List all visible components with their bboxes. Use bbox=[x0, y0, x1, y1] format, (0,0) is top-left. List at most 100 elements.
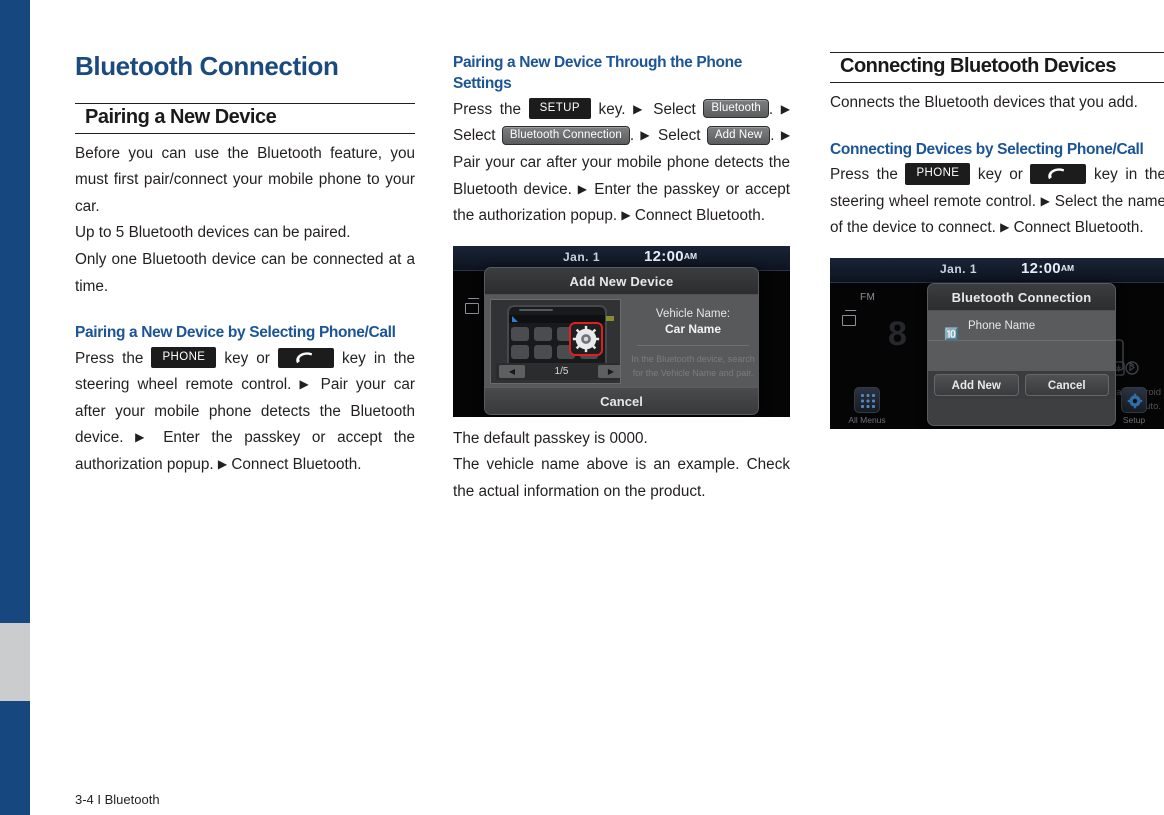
step-text-11: Connect Bluetooth. bbox=[634, 207, 766, 225]
vehicle-name-label: Vehicle Name: bbox=[655, 307, 731, 320]
manual-page: Bluetooth Connection Pairing a New Devic… bbox=[0, 0, 1164, 815]
subheading-connecting-by-phone-call: Connecting Devices by Selecting Phone/Ca… bbox=[830, 140, 1144, 158]
key-phone-button[interactable]: PHONE bbox=[905, 163, 971, 185]
note-vehicle-name-example: The vehicle name above is an example. Ch… bbox=[453, 456, 790, 501]
step-text-1: Press the bbox=[453, 100, 521, 118]
dialog-cancel-button[interactable]: Cancel bbox=[485, 386, 758, 414]
divider bbox=[637, 345, 749, 347]
battery-icon bbox=[606, 316, 614, 322]
app-tile bbox=[534, 344, 552, 359]
page-footer: 3-4 I Bluetooth bbox=[75, 792, 160, 807]
screenshot-add-new-device: Jan. 1 12:00AM Add New Device ◀ 1/5 ▶ Ve… bbox=[453, 245, 790, 417]
chip-add-new[interactable]: Add New bbox=[706, 125, 771, 146]
paragraph-intro-3: Only one Bluetooth device can be connect… bbox=[75, 251, 415, 295]
dialog-add-new-button[interactable]: Add New bbox=[934, 373, 1019, 396]
dialog-body: 🔟 Phone Name Add New Cancel bbox=[928, 310, 1115, 399]
phone-speaker bbox=[519, 308, 553, 311]
arrow-icon: ▶ bbox=[135, 430, 152, 445]
dialog-cancel-button[interactable]: Cancel bbox=[1024, 373, 1109, 396]
step-text-2: key or bbox=[977, 165, 1023, 183]
paragraph-phone-settings-steps: Press the SETUP key. ▶ Select Bluetooth.… bbox=[453, 97, 790, 230]
phone-handset-icon[interactable] bbox=[277, 347, 334, 368]
chip-bluetooth[interactable]: Bluetooth bbox=[703, 98, 769, 119]
arrow-icon: ▶ bbox=[633, 101, 646, 116]
vehicle-name-value: Car Name bbox=[664, 322, 722, 337]
arrow-icon: ▶ bbox=[577, 181, 589, 196]
dialog-bluetooth-connection: Bluetooth Connection 🔟 Phone Name Add Ne… bbox=[927, 282, 1116, 426]
arrow-icon: ▶ bbox=[640, 128, 652, 143]
section-heading-connecting-bluetooth-devices: Connecting Bluetooth Devices bbox=[830, 52, 1164, 83]
phone-handset-icon[interactable] bbox=[1030, 163, 1087, 184]
signal-icon bbox=[512, 315, 518, 322]
step-text-5: Select bbox=[453, 127, 496, 145]
step-text-6: Connect Bluetooth. bbox=[231, 456, 362, 474]
phone-pager: ◀ 1/5 ▶ bbox=[496, 362, 620, 380]
arrow-icon: ▶ bbox=[621, 208, 631, 223]
step-text-2: key or bbox=[224, 349, 270, 367]
column-one: Bluetooth Connection Pairing a New Devic… bbox=[75, 52, 415, 479]
frequency-display: 8 bbox=[888, 314, 907, 353]
settings-gear-icon-highlight bbox=[569, 321, 603, 356]
key-phone-button[interactable]: PHONE bbox=[151, 346, 217, 369]
paragraph-pairing-steps: Press the PHONE key or key in the steeri… bbox=[75, 346, 415, 479]
step-text-1: Press the bbox=[830, 165, 898, 183]
section-heading-label: Pairing a New Device bbox=[85, 105, 277, 128]
step-text-5: Connect Bluetooth. bbox=[1013, 219, 1144, 237]
arrow-icon: ▶ bbox=[780, 128, 791, 143]
note-default-passkey: The default passkey is 0000. bbox=[453, 429, 648, 447]
device-list-item[interactable]: 🔟 Phone Name bbox=[928, 311, 1115, 341]
app-tile bbox=[511, 344, 529, 359]
column-two: Pairing a New Device Through the Phone S… bbox=[453, 52, 790, 506]
pager-next-button[interactable]: ▶ bbox=[598, 364, 620, 378]
status-date: Jan. 1 bbox=[940, 261, 978, 276]
dialog-title: Add New Device bbox=[485, 267, 758, 295]
status-date: Jan. 1 bbox=[563, 249, 601, 264]
step-text-6: . bbox=[629, 127, 635, 145]
subheading-pairing-through-phone-settings: Pairing a New Device Through the Phone S… bbox=[453, 54, 743, 93]
chip-bluetooth-connection[interactable]: Bluetooth Connection bbox=[501, 125, 630, 146]
setup-gear-icon bbox=[1121, 386, 1147, 413]
dialog-add-new-device: Add New Device ◀ 1/5 ▶ Vehicle Name: Car… bbox=[484, 266, 759, 415]
arrow-icon: ▶ bbox=[1040, 193, 1051, 208]
status-time-value: 12:00 bbox=[644, 247, 684, 265]
status-time-value: 12:00 bbox=[1021, 259, 1061, 277]
status-time: 12:00AM bbox=[1021, 260, 1074, 277]
status-time: 12:00AM bbox=[644, 248, 697, 265]
step-text-2: key. bbox=[598, 100, 626, 118]
arrow-icon: ▶ bbox=[780, 101, 790, 116]
phone-illustration: ◀ 1/5 ▶ bbox=[490, 298, 621, 384]
step-text-8: . bbox=[770, 127, 775, 145]
screenshot-bluetooth-connection: Jan. 1 12:00AM FM 8 t a d bbox=[830, 257, 1164, 429]
status-ampm: AM bbox=[1060, 262, 1075, 273]
screen-status-bar: Jan. 1 12:00AM bbox=[830, 257, 1164, 283]
subheading-pairing-by-phone-call: Pairing a New Device by Selecting Phone/… bbox=[75, 324, 396, 342]
bluetooth-icon: 🔟 bbox=[944, 326, 959, 341]
step-text-3: Select bbox=[653, 100, 696, 118]
all-menus-icon bbox=[854, 386, 880, 413]
page-title: Bluetooth Connection bbox=[75, 51, 339, 81]
pager-prev-button[interactable]: ◀ bbox=[499, 364, 525, 378]
step-text-4: . bbox=[768, 100, 774, 118]
arrow-icon: ▶ bbox=[299, 377, 313, 392]
setup-label: Setup bbox=[1122, 414, 1146, 425]
dialog-footer: Add New Cancel bbox=[928, 370, 1115, 399]
all-menus-button[interactable]: All Menus bbox=[838, 386, 896, 425]
app-tile bbox=[511, 326, 529, 341]
all-menus-label: All Menus bbox=[848, 414, 886, 425]
key-setup-button[interactable]: SETUP bbox=[528, 97, 591, 120]
column-three: Connecting Bluetooth Devices Connects th… bbox=[830, 52, 1164, 429]
step-text-1: Press the bbox=[75, 349, 144, 367]
pager-label: 1/5 bbox=[554, 365, 569, 377]
status-ampm: AM bbox=[683, 250, 698, 261]
arrow-icon: ▶ bbox=[217, 457, 228, 472]
dialog-body: ◀ 1/5 ▶ Vehicle Name: Car Name In the Bl… bbox=[485, 294, 758, 387]
radio-icon bbox=[465, 302, 479, 314]
section-heading-label: Connecting Bluetooth Devices bbox=[840, 55, 1117, 77]
paragraph-intro-1: Before you can use the Bluetooth feature… bbox=[75, 144, 415, 215]
arrow-icon: ▶ bbox=[1000, 220, 1010, 235]
paragraph-connecting-steps: Press the PHONE key or key in the steeri… bbox=[830, 162, 1164, 242]
section-heading-pairing-a-new-device: Pairing a New Device bbox=[75, 102, 415, 134]
